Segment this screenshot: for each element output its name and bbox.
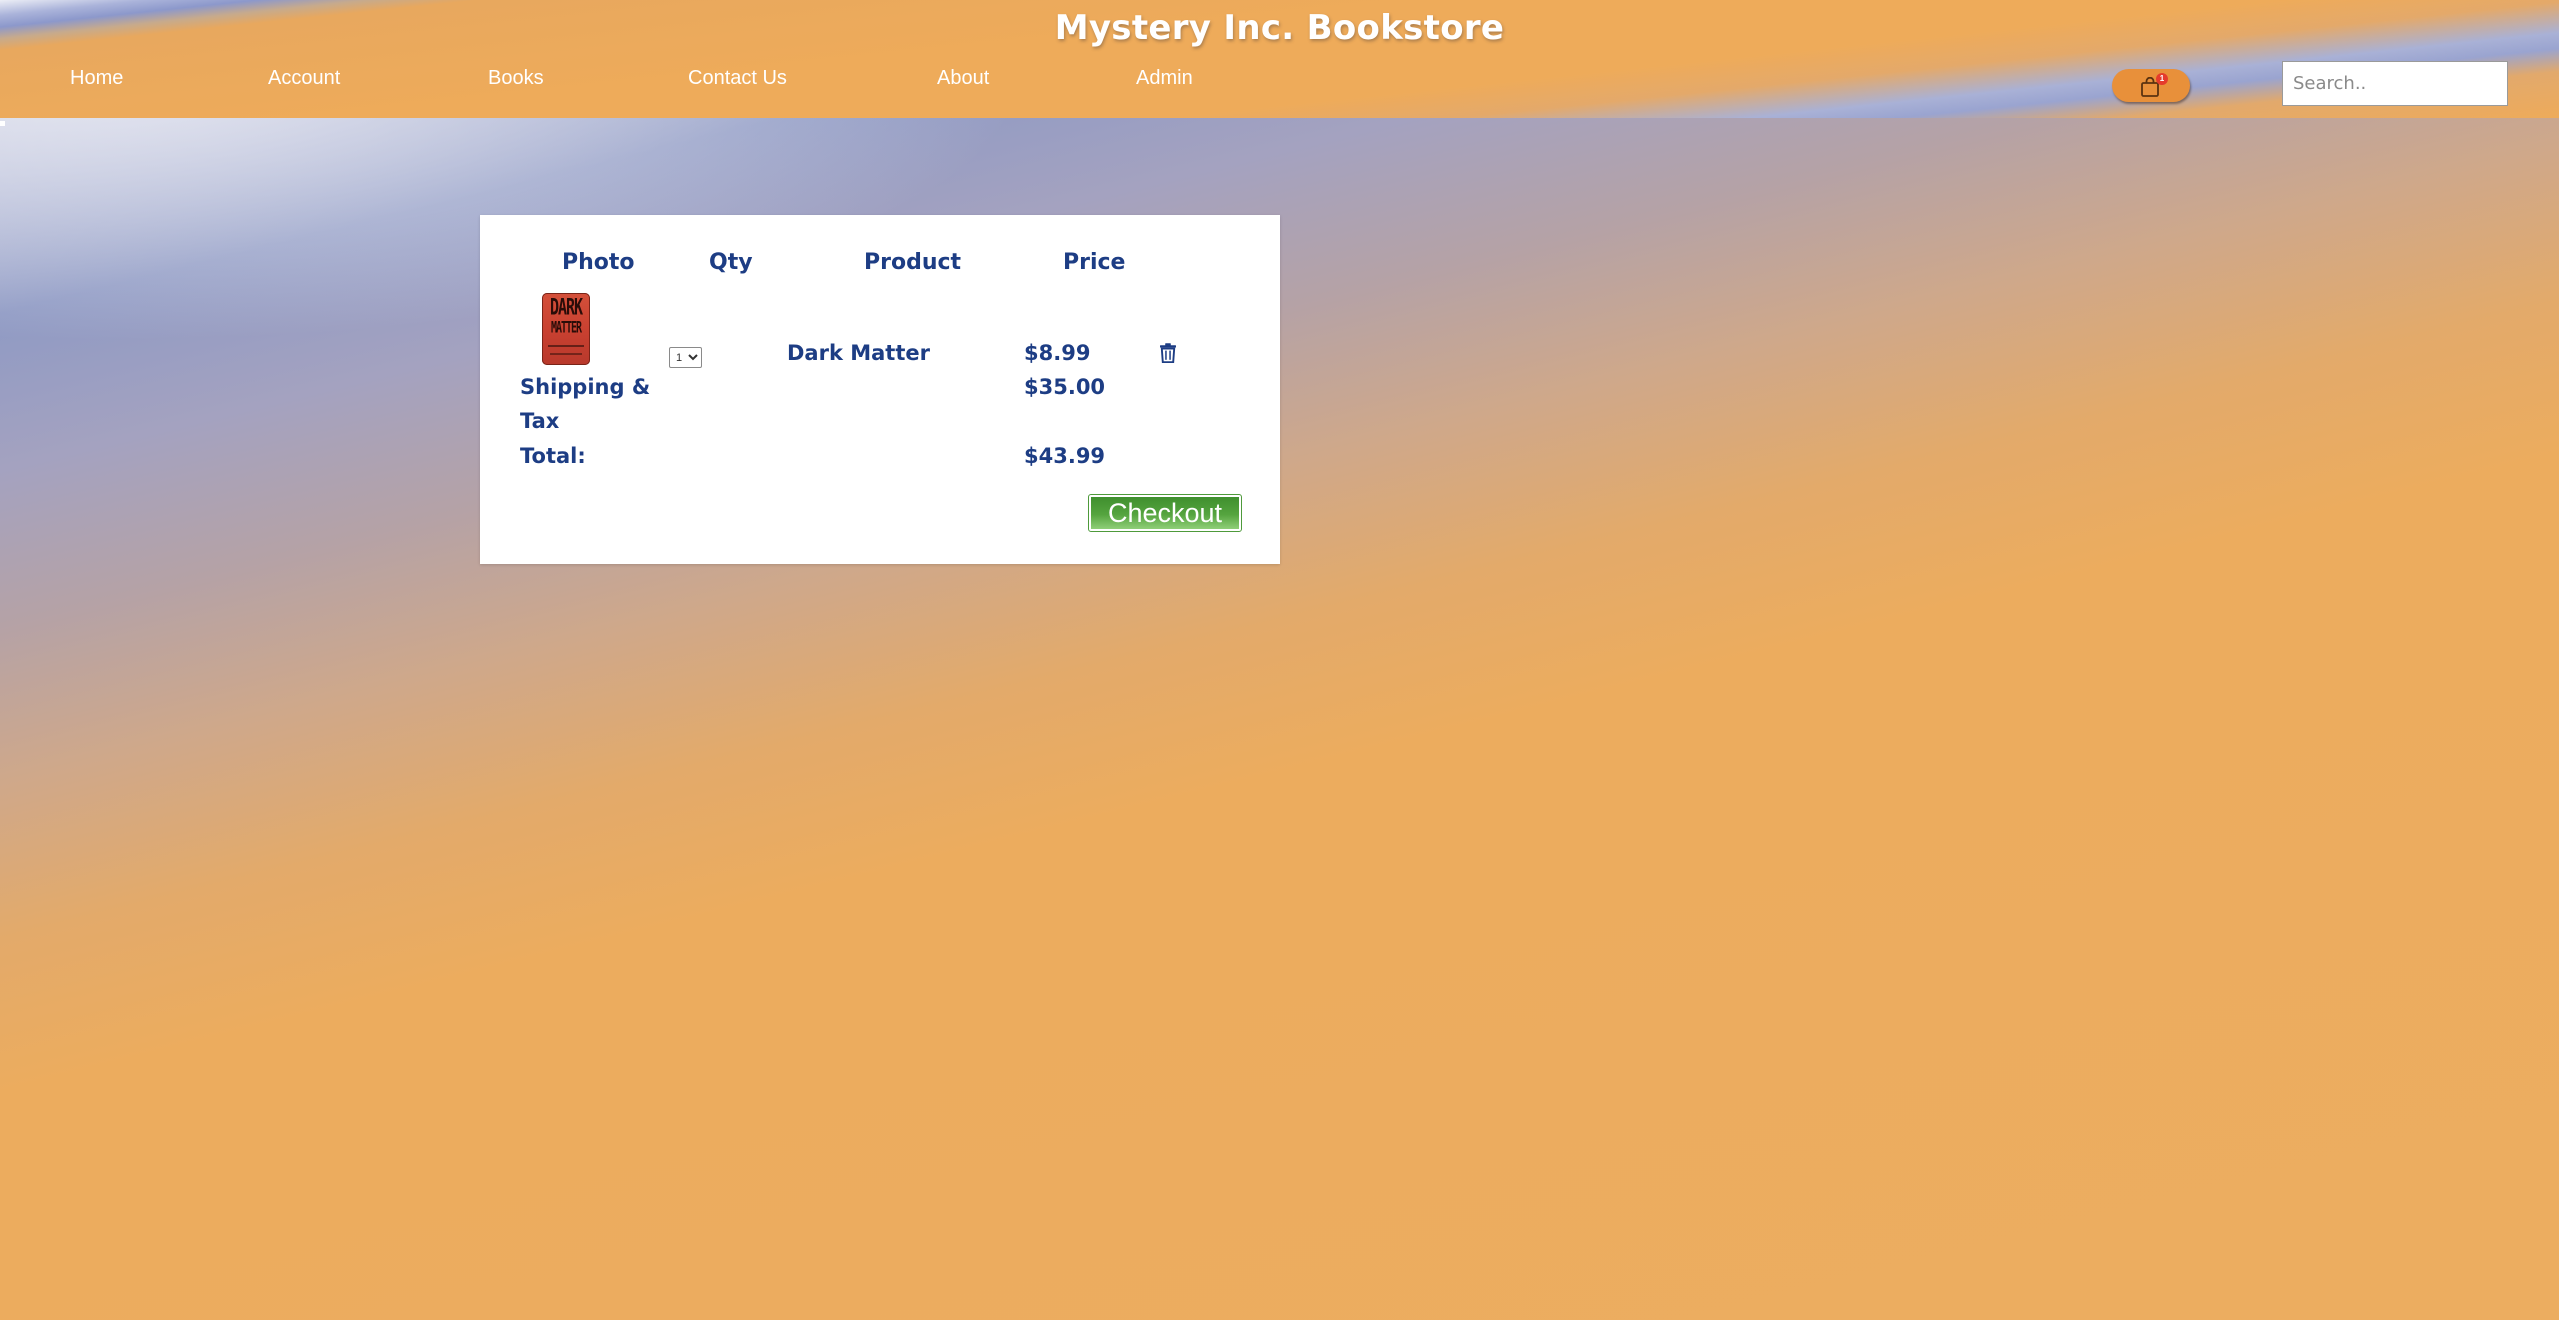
- cart-count-badge: 1: [2156, 73, 2168, 85]
- product-thumbnail[interactable]: DARK MATTER: [542, 293, 590, 365]
- product-name: Dark Matter: [787, 341, 930, 365]
- site-header: Mystery Inc. Bookstore Home Account Book…: [0, 0, 2559, 118]
- column-header-qty: Qty: [709, 250, 753, 275]
- shipping-label: Shipping &: [520, 375, 651, 399]
- trash-icon[interactable]: [1159, 343, 1177, 363]
- column-header-product: Product: [864, 250, 962, 275]
- site-title: Mystery Inc. Bookstore: [1054, 8, 1505, 48]
- column-header-photo: Photo: [562, 250, 635, 275]
- shipping-label-continued: Tax: [520, 409, 560, 433]
- nav-account[interactable]: Account: [268, 67, 340, 90]
- checkout-button[interactable]: Checkout: [1088, 494, 1242, 532]
- shipping-value: $35.00: [1024, 375, 1106, 399]
- total-value: $43.99: [1024, 444, 1106, 468]
- column-header-price: Price: [1063, 250, 1126, 275]
- total-label: Total:: [520, 444, 586, 468]
- nav-contact-us[interactable]: Contact Us: [688, 67, 787, 90]
- nav-home[interactable]: Home: [70, 67, 123, 90]
- quantity-select[interactable]: 1: [669, 347, 702, 368]
- search-input[interactable]: [2282, 61, 2508, 106]
- cart-button[interactable]: 1: [2112, 69, 2190, 102]
- cover-title-line-1: DARK: [549, 293, 583, 321]
- product-price: $8.99: [1024, 341, 1091, 365]
- nav-about[interactable]: About: [937, 67, 989, 90]
- nav-admin[interactable]: Admin: [1136, 67, 1193, 90]
- cover-rule: [550, 353, 582, 355]
- cart-panel: Photo Qty Product Price DARK MATTER 1 Da…: [480, 215, 1280, 564]
- corner-marker: [0, 121, 5, 126]
- cover-rule: [548, 345, 584, 347]
- cover-title-line-2: MATTER: [550, 319, 582, 338]
- nav-books[interactable]: Books: [488, 67, 544, 90]
